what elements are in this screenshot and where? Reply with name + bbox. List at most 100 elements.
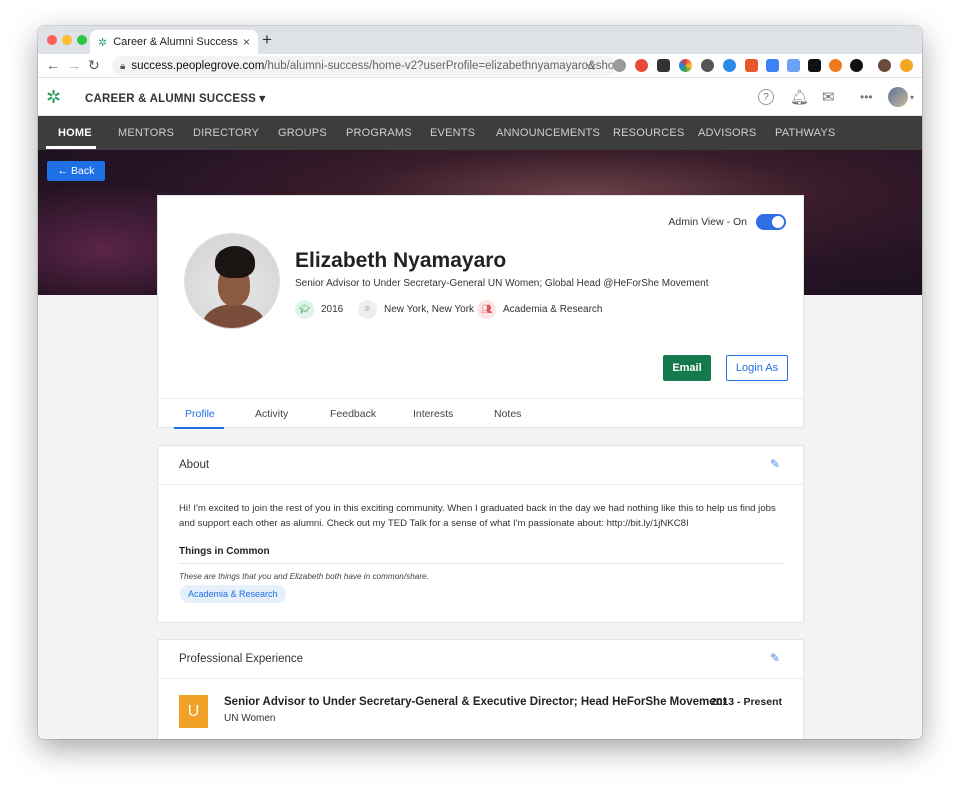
- url-domain: success.peoplegrove.com: [131, 60, 265, 72]
- app-name-dropdown[interactable]: CAREER & ALUMNI SUCCESS ▾: [85, 91, 265, 105]
- things-in-common-title: Things in Common: [179, 546, 270, 557]
- url-path: /hub/alumni-success/home-v2?userProfile=…: [264, 60, 616, 72]
- extension-icon[interactable]: [787, 59, 800, 72]
- admin-view-label: Admin View - On: [668, 216, 747, 228]
- nav-groups[interactable]: GROUPS: [278, 127, 327, 139]
- extension-icon[interactable]: [900, 59, 913, 72]
- experience-dates: 2013 - Present: [710, 696, 782, 708]
- extension-icon[interactable]: [635, 59, 648, 72]
- location-pin-icon: ⌾: [358, 300, 377, 319]
- page-content: ← Back Admin View - On Elizabeth Nyamaya…: [38, 150, 922, 739]
- lock-icon: 🔒︎: [120, 60, 126, 72]
- extension-icon[interactable]: [723, 59, 736, 72]
- peoplegrove-logo-icon[interactable]: ✲: [46, 87, 61, 108]
- nav-programs[interactable]: PROGRAMS: [346, 127, 412, 139]
- user-avatar[interactable]: [888, 87, 908, 107]
- experience-title: Professional Experience: [179, 653, 304, 665]
- extension-icon[interactable]: [808, 59, 821, 72]
- extension-icon[interactable]: [657, 59, 670, 72]
- tab-active-indicator: [174, 427, 224, 429]
- nav-events[interactable]: EVENTS: [430, 127, 475, 139]
- back-button[interactable]: ← Back: [47, 161, 105, 181]
- industry-value: Academia & Research: [503, 304, 603, 315]
- browser-window: ✲ Career & Alumni Success × + ← → ↻ 🔒︎ s…: [38, 26, 922, 739]
- nav-advisors[interactable]: ADVISORS: [698, 127, 756, 139]
- extension-icon[interactable]: [829, 59, 842, 72]
- url-input[interactable]: 🔒︎ success.peoplegrove.com /hub/alumni-s…: [112, 56, 616, 76]
- edit-pencil-icon[interactable]: ✎: [770, 651, 780, 665]
- tab-profile[interactable]: Profile: [185, 408, 215, 420]
- profile-tabs: Profile Activity Feedback Interests Note…: [158, 398, 803, 429]
- industry: 👥︎ Academia & Research: [477, 300, 603, 319]
- extension-icon[interactable]: [766, 59, 779, 72]
- nav-directory[interactable]: DIRECTORY: [193, 127, 259, 139]
- browser-tab[interactable]: ✲ Career & Alumni Success ×: [90, 30, 258, 54]
- experience-header: Professional Experience ✎: [158, 640, 803, 679]
- login-as-button[interactable]: Login As: [726, 355, 788, 381]
- new-tab-button[interactable]: +: [262, 30, 272, 50]
- app-header: ✲ CAREER & ALUMNI SUCCESS ▾ ? 🔔︎ ✉︎ ••• …: [38, 79, 922, 116]
- maximize-window-button[interactable]: [77, 35, 87, 45]
- help-icon[interactable]: ?: [758, 89, 774, 105]
- edit-pencil-icon[interactable]: ✎: [770, 457, 780, 471]
- divider: [179, 563, 783, 564]
- extension-icon[interactable]: [613, 59, 626, 72]
- main-nav: HOME MENTORS DIRECTORY GROUPS PROGRAMS E…: [38, 116, 922, 150]
- forward-arrow-icon[interactable]: →: [67, 57, 81, 73]
- common-tag-chip[interactable]: Academia & Research: [180, 585, 286, 603]
- tab-close-icon[interactable]: ×: [243, 35, 250, 49]
- things-in-common-note: These are things that you and Elizabeth …: [179, 572, 429, 581]
- bell-icon[interactable]: 🔔︎: [790, 88, 809, 106]
- graduation-year-value: 2016: [321, 304, 344, 315]
- nav-mentors[interactable]: MENTORS: [118, 127, 174, 139]
- experience-role: Senior Advisor to Under Secretary-Genera…: [224, 696, 727, 708]
- profile-card: Admin View - On Elizabeth Nyamayaro Seni…: [157, 195, 804, 429]
- admin-view-toggle[interactable]: [756, 214, 786, 230]
- address-bar: ← → ↻ 🔒︎ success.peoplegrove.com /hub/al…: [38, 54, 922, 78]
- back-arrow-icon[interactable]: ←: [46, 57, 60, 73]
- bookmark-star-icon[interactable]: ☆: [585, 58, 597, 74]
- email-button[interactable]: Email: [663, 355, 711, 381]
- nav-pathways[interactable]: PATHWAYS: [775, 127, 835, 139]
- about-text: Hi! I'm excited to join the rest of you …: [179, 503, 776, 529]
- chevron-down-icon[interactable]: ▾: [910, 93, 914, 102]
- extension-icon[interactable]: [679, 59, 692, 72]
- experience-card: Professional Experience ✎ U Senior Advis…: [157, 639, 804, 739]
- company-logo: U: [179, 695, 208, 728]
- about-card: About ✎ Hi! I'm excited to join the rest…: [157, 445, 804, 623]
- more-icon[interactable]: •••: [860, 90, 873, 104]
- extension-icon[interactable]: [850, 59, 863, 72]
- reload-icon[interactable]: ↻: [88, 57, 100, 74]
- graduation-year: 🎓︎ 2016: [295, 300, 343, 319]
- graduation-cap-icon: 🎓︎: [295, 300, 314, 319]
- profile-headline: Senior Advisor to Under Secretary-Genera…: [295, 278, 709, 289]
- tab-strip: ✲ Career & Alumni Success × +: [38, 26, 922, 54]
- profile-avatar-icon[interactable]: [878, 59, 891, 72]
- nav-announcements[interactable]: ANNOUNCEMENTS: [496, 127, 600, 139]
- profile-name: Elizabeth Nyamayaro: [295, 249, 507, 272]
- profile-photo: [185, 234, 279, 328]
- about-header: About ✎: [158, 446, 803, 485]
- toggle-knob: [772, 216, 784, 228]
- extension-icon[interactable]: [745, 59, 758, 72]
- location: ⌾ New York, New York: [358, 300, 474, 319]
- extension-icon[interactable]: [701, 59, 714, 72]
- nav-active-indicator: [46, 146, 96, 149]
- minimize-window-button[interactable]: [62, 35, 72, 45]
- tab-title: Career & Alumni Success: [113, 36, 238, 48]
- site-favicon-icon: ✲: [98, 36, 108, 49]
- photo-hair: [215, 246, 255, 278]
- tab-activity[interactable]: Activity: [255, 408, 288, 420]
- nav-resources[interactable]: RESOURCES: [613, 127, 684, 139]
- close-window-button[interactable]: [47, 35, 57, 45]
- tab-interests[interactable]: Interests: [413, 408, 453, 420]
- mail-icon[interactable]: ✉︎: [822, 88, 835, 106]
- nav-home[interactable]: HOME: [58, 127, 92, 139]
- people-icon: 👥︎: [477, 300, 496, 319]
- tab-notes[interactable]: Notes: [494, 408, 521, 420]
- about-title: About: [179, 459, 210, 471]
- tab-feedback[interactable]: Feedback: [330, 408, 376, 420]
- photo-shoulders: [203, 304, 265, 328]
- experience-org: UN Women: [224, 713, 276, 724]
- location-value: New York, New York: [384, 304, 475, 315]
